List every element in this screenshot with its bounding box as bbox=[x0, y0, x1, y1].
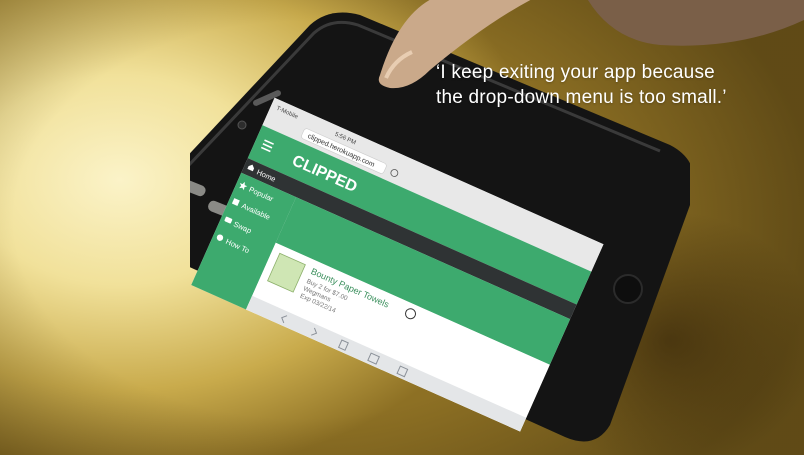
quote-caption: ‘I keep exiting your app because the dro… bbox=[436, 60, 796, 110]
caption-line-1: ‘I keep exiting your app because bbox=[436, 62, 715, 83]
other-fingers bbox=[588, 0, 804, 46]
caption-line-2: the drop-down menu is too small.’ bbox=[436, 87, 727, 108]
front-camera bbox=[237, 120, 247, 130]
home-button bbox=[613, 274, 643, 304]
photo-scene: T-Mobile 5:56 PM clipped.herokuapp.com C… bbox=[0, 0, 804, 455]
